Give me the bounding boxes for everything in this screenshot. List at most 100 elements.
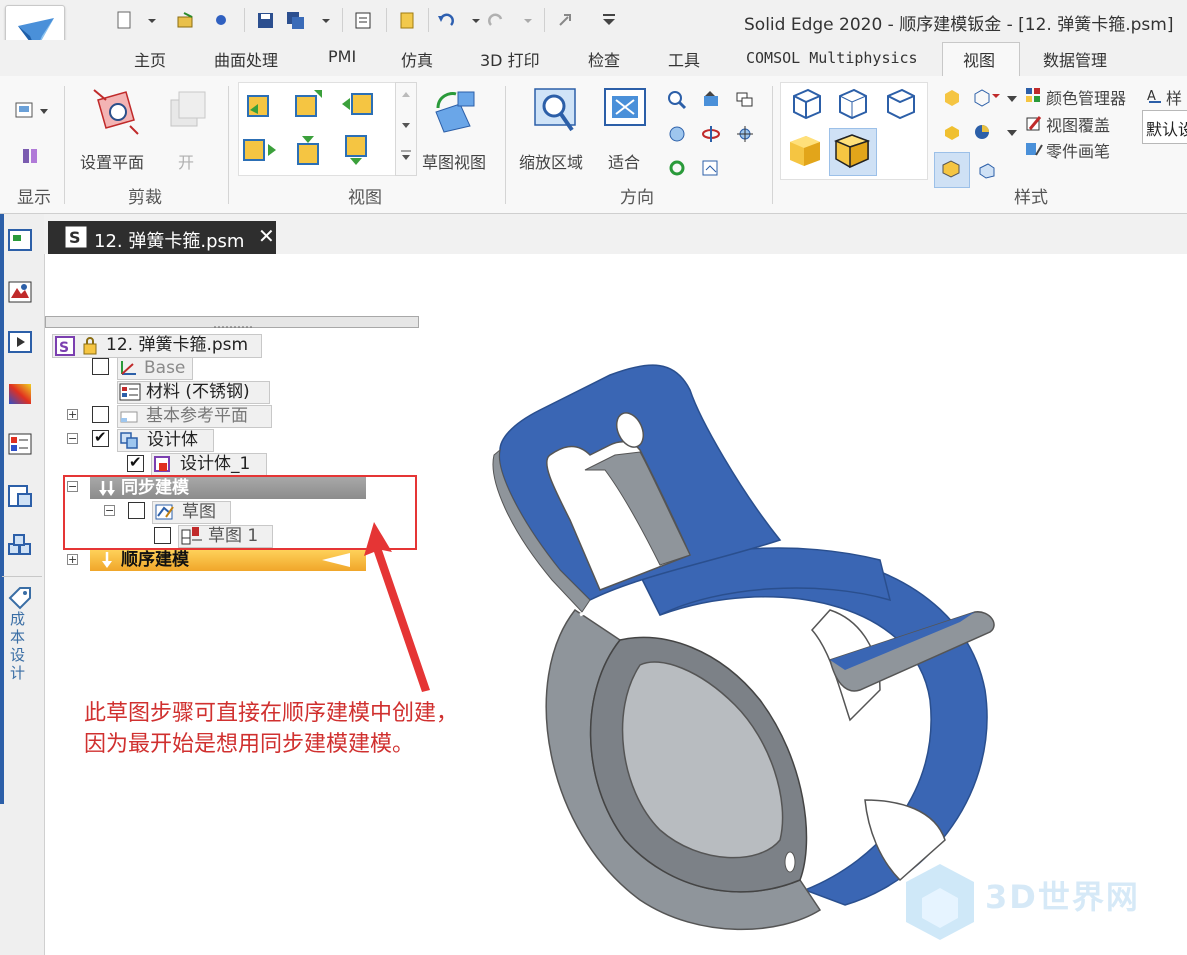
zoom-area-label[interactable]: 缩放区域 [519,149,583,173]
document-tab-label[interactable]: 12. 弹簧卡箍.psm [94,227,244,253]
repeat-command-icon[interactable] [556,11,576,29]
base-checkbox[interactable] [92,358,109,375]
view-front-icon[interactable] [244,88,276,120]
chevron-down-icon[interactable] [522,11,534,29]
collapse-design-body[interactable]: − [67,433,78,444]
tab-view[interactable]: 视图 [963,47,995,71]
view-right-icon[interactable] [340,88,378,120]
tab-home[interactable]: 主页 [134,47,166,71]
chevron-down-icon[interactable] [146,11,158,29]
common-views-icon[interactable] [734,124,756,144]
undo-icon[interactable] [436,11,456,29]
new-file-icon[interactable] [114,11,134,29]
watermark-cube-icon [906,864,974,940]
view-style-active[interactable] [934,152,970,188]
assembly-icon[interactable] [6,532,34,560]
sketch-view-label[interactable]: 草图视图 [422,149,486,173]
hidden-edges-icon[interactable] [882,86,918,120]
lock-icon [83,337,97,355]
zoom-area-icon[interactable] [532,86,578,136]
cost-design-label[interactable]: 成本设计 [10,610,28,682]
part-painter-icon[interactable] [1024,139,1044,159]
save-icon[interactable] [256,11,276,29]
set-plane-label[interactable]: 设置平面 [80,149,144,173]
cost-tag-icon[interactable] [6,584,34,612]
wireframe-visible-edges-icon[interactable] [788,86,824,120]
pan-icon[interactable] [700,90,722,110]
color-manager-icon[interactable] [1024,86,1044,104]
properties-icon[interactable] [354,11,374,29]
tab-inspect[interactable]: 检查 [588,47,620,71]
wireframe-icon[interactable] [834,86,870,120]
shadow-style-icon [942,160,960,178]
set-plane-icon[interactable] [90,86,142,138]
design-body-1-checkbox[interactable] [127,453,144,472]
tab-comsol[interactable]: COMSOL Multiphysics [746,49,918,67]
shaded-icon[interactable] [786,132,824,170]
chevron-down-icon[interactable] [1006,128,1018,138]
view-override-label[interactable]: 视图覆盖 [1046,112,1110,136]
previous-view-icon[interactable] [734,90,756,110]
expand-ordered-modeling[interactable]: + [67,554,78,565]
color-map-icon[interactable] [6,380,34,408]
separator [228,86,229,204]
notes-icon[interactable] [398,11,418,29]
redo-icon[interactable] [488,11,508,29]
view-left-icon[interactable] [242,134,280,166]
properties-panel-icon[interactable] [6,430,34,458]
tab-tools[interactable]: 工具 [668,47,700,71]
color-manager-label[interactable]: 颜色管理器 [1046,85,1126,109]
material-table-icon [119,383,141,401]
chevron-down-icon[interactable] [1006,94,1018,104]
tab-data-management[interactable]: 数据管理 [1043,47,1107,71]
rotate-icon[interactable] [667,124,687,144]
design-body-icon [120,432,138,449]
layers-icon[interactable] [6,278,34,306]
part-painter-label[interactable]: 零件画笔 [1046,138,1110,162]
pathfinder-icon[interactable] [6,226,34,254]
share-icon[interactable] [212,11,232,29]
customize-toolbar-icon[interactable] [600,11,620,29]
background-icon[interactable] [972,122,994,142]
view-top-icon[interactable] [292,86,328,120]
tab-pmi[interactable]: PMI [328,47,356,66]
sheetmetal-part-icon: S [55,336,75,356]
expand-ref-planes[interactable]: + [67,409,78,420]
style-label[interactable]: 样 [1166,85,1182,109]
perspective-icon[interactable] [976,158,998,180]
display-mode-icon[interactable] [20,146,42,166]
view-back-icon[interactable] [342,132,374,168]
spin-about-icon[interactable] [700,124,722,144]
style-icon[interactable]: A [1146,86,1164,104]
spring-clamp-model[interactable] [480,350,1020,940]
part-library-icon[interactable] [6,482,34,510]
fit-view-icon[interactable] [602,86,648,132]
close-icon[interactable]: ✕ [258,224,275,248]
tab-3d-print[interactable]: 3D 打印 [480,47,540,71]
chevron-down-icon[interactable] [470,11,482,29]
save-all-icon[interactable] [286,11,306,29]
chevron-down-icon[interactable] [320,11,332,29]
view-bottom-icon[interactable] [294,132,326,168]
shading-style-icon[interactable] [942,88,962,108]
shaded-with-edges-selected[interactable] [829,128,877,176]
open-file-icon[interactable] [176,11,196,29]
view-override-icon[interactable] [1024,113,1044,133]
default-style-dropdown[interactable]: 默认设 [1142,110,1187,144]
fit-label[interactable]: 适合 [608,149,640,173]
video-icon[interactable] [6,328,34,356]
pane-splitter[interactable] [45,316,419,328]
reflection-icon[interactable] [942,122,962,142]
refresh-icon[interactable] [667,158,687,178]
named-views-icon[interactable] [700,158,722,178]
display-options-icon[interactable] [14,100,52,122]
tab-surfacing[interactable]: 曲面处理 [214,47,278,71]
design-body-checkbox[interactable] [92,428,109,447]
tab-simulation[interactable]: 仿真 [401,47,433,71]
zoom-icon[interactable] [667,90,687,110]
gallery-scrollbar[interactable] [395,82,417,176]
separator [386,8,387,32]
sketch-view-icon[interactable] [430,86,482,136]
view-style-icon[interactable] [972,88,1002,108]
ref-planes-checkbox[interactable] [92,406,109,423]
